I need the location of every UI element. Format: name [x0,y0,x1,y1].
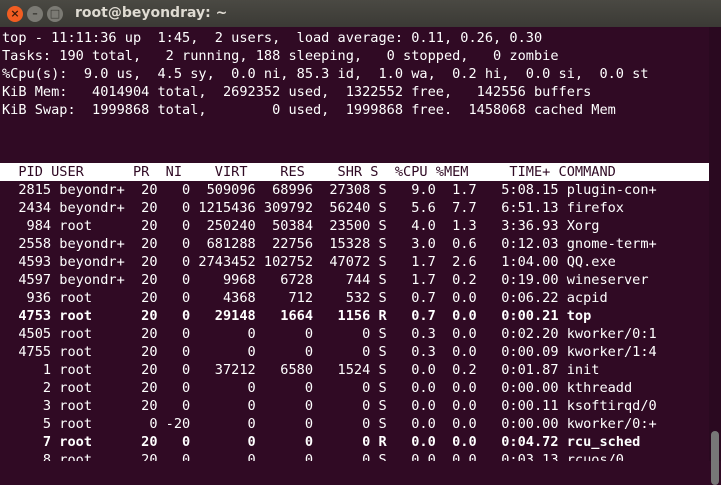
maximize-button[interactable]: □ [47,6,63,22]
summary-uptime-line: top - 11:11:36 up 1:45, 2 users, load av… [2,30,543,46]
process-row: 4753 root 20 0 29148 1664 1156 R 0.7 0.0… [2,308,592,324]
window-titlebar[interactable]: × – □ root@beyondray: ~ [0,0,721,27]
process-row: 7 root 20 0 0 0 0 R 0.0 0.0 0:04.72 rcu_… [2,434,641,450]
process-row: 984 root 20 0 250240 50384 23500 S 4.0 1… [2,218,600,234]
process-row: 2558 beyondr+ 20 0 681288 22756 15328 S … [2,236,657,252]
terminal-output[interactable]: top - 11:11:36 up 1:45, 2 users, load av… [0,27,709,461]
process-row: 5 root 0 -20 0 0 0 S 0.0 0.0 0:00.00 kwo… [2,416,657,432]
process-row: 2434 beyondr+ 20 0 1215436 309792 56240 … [2,200,624,216]
process-row: 2 root 20 0 0 0 0 S 0.0 0.0 0:00.00 kthr… [2,380,633,396]
table-header-text: PID USER PR NI VIRT RES SHR S %CPU %MEM … [2,164,616,180]
process-row: 2815 beyondr+ 20 0 509096 68996 27308 S … [2,182,657,198]
process-row: 3 root 20 0 0 0 0 S 0.0 0.0 0:00.11 ksof… [2,398,657,414]
summary-swap-line: KiB Swap: 1999868 total, 0 used, 1999868… [2,102,616,118]
process-row: 4755 root 20 0 0 0 0 S 0.3 0.0 0:00.09 k… [2,344,657,360]
process-row: 936 root 20 0 4368 712 532 S 0.7 0.0 0:0… [2,290,608,306]
close-button[interactable]: × [7,6,23,22]
scrollbar-thumb[interactable] [711,431,719,485]
process-row: 4597 beyondr+ 20 0 9968 6728 744 S 1.7 0… [2,272,649,288]
window-title: root@beyondray: ~ [75,5,228,21]
process-row: 8 root 20 0 0 0 0 S 0.0 0.0 0:03.13 rcuo… [2,452,624,461]
process-row: 4593 beyondr+ 20 0 2743452 102752 47072 … [2,254,616,270]
scrollbar[interactable] [709,27,721,485]
minimize-button[interactable]: – [27,6,43,22]
summary-mem-line: KiB Mem: 4014904 total, 2692352 used, 13… [2,84,592,100]
process-table-header: PID USER PR NI VIRT RES SHR S %CPU %MEM … [0,163,709,181]
process-row: 4505 root 20 0 0 0 0 S 0.3 0.0 0:02.20 k… [2,326,657,342]
process-row: 1 root 20 0 37212 6580 1524 S 0.0 0.2 0:… [2,362,600,378]
summary-cpu-line: %Cpu(s): 9.0 us, 4.5 sy, 0.0 ni, 85.3 id… [2,66,649,82]
summary-tasks-line: Tasks: 190 total, 2 running, 188 sleepin… [2,48,559,64]
